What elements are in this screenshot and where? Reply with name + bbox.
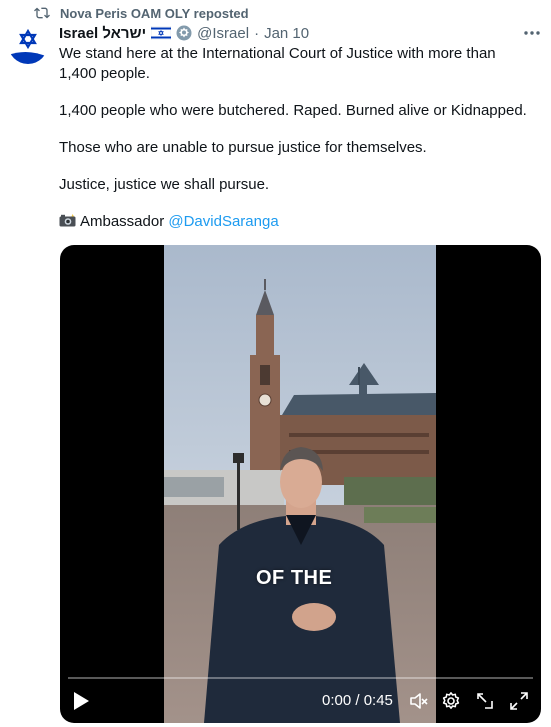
volume-mute-icon[interactable]: [408, 691, 428, 711]
israel-flag-icon: [150, 25, 172, 41]
video-caption: OF THE: [256, 567, 333, 589]
display-name[interactable]: Israel ישראל: [59, 25, 146, 42]
separator-dot: ·: [254, 24, 260, 42]
settings-gear-icon[interactable]: [441, 691, 461, 711]
video-player[interactable]: OF THE 0:00 / 0:45: [60, 245, 541, 723]
video-controls: 0:00 / 0:45: [60, 679, 541, 723]
repost-icon: [34, 5, 50, 21]
video-thumbnail-image: [164, 245, 436, 723]
post-paragraph: 1,400 people who were butchered. Raped. …: [59, 102, 527, 119]
video-frame[interactable]: OF THE: [164, 245, 436, 723]
pop-out-icon[interactable]: [475, 691, 495, 711]
author-handle[interactable]: @Israel: [197, 25, 249, 42]
post-text: We stand here at the International Court…: [59, 44, 534, 249]
repost-label[interactable]: Nova Peris OAM OLY reposted: [60, 6, 249, 21]
post-paragraph: Justice, justice we shall pursue.: [59, 176, 270, 193]
play-icon[interactable]: [72, 691, 90, 711]
post-paragraph: Those who are unable to pursue justice f…: [59, 139, 427, 156]
fullscreen-icon[interactable]: [509, 691, 529, 711]
camera-flash-icon: [59, 213, 76, 227]
credit-line: Ambassador @DavidSaranga: [59, 212, 534, 232]
star-of-david-icon: [8, 24, 48, 64]
mention-link[interactable]: @DavidSaranga: [168, 213, 278, 230]
post-header: Israel ישראל @Israel · Jan 10: [59, 22, 541, 44]
credit-prefix: Ambassador: [80, 213, 169, 230]
government-badge-icon[interactable]: [176, 25, 192, 41]
post-date[interactable]: Jan 10: [264, 25, 309, 42]
repost-indicator[interactable]: Nova Peris OAM OLY reposted: [34, 4, 249, 22]
video-time: 0:00 / 0:45: [322, 692, 393, 709]
avatar[interactable]: [8, 24, 48, 64]
post-paragraph: We stand here at the International Court…: [59, 45, 496, 82]
more-options-icon[interactable]: [523, 24, 541, 42]
